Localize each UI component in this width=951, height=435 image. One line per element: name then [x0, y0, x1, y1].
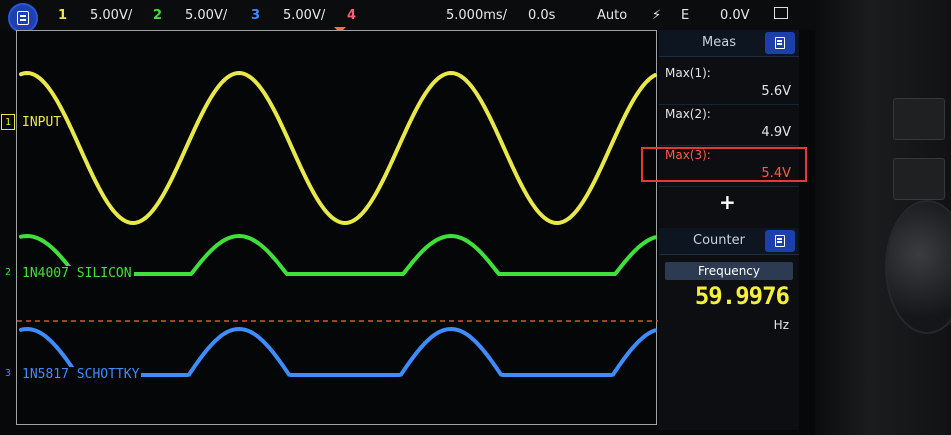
meas-value: 5.6V: [761, 84, 791, 99]
ch3-number[interactable]: 3: [251, 8, 260, 23]
ch3-label: 1N5817 SCHOTTKY: [22, 367, 142, 382]
menu-icon: [17, 11, 29, 25]
meas-item[interactable]: Max(1): 5.6V: [659, 62, 799, 105]
panel-menu-icon: [775, 37, 785, 49]
meas-label: Max(2):: [665, 107, 711, 121]
ch1-label: INPUT: [22, 115, 62, 130]
device-bezel: [815, 0, 951, 435]
side-panel: Meas Max(1): 5.6V Max(2): 4.9V Max(3): 5…: [659, 30, 799, 430]
meas-panel-header: Meas: [659, 30, 799, 57]
meas-label: Max(1):: [665, 66, 711, 80]
meas-title: Meas: [702, 35, 736, 50]
counter-title: Counter: [693, 233, 745, 248]
hardware-key[interactable]: [893, 158, 945, 200]
ch1-ground-marker-icon[interactable]: 1: [1, 114, 15, 130]
ch2-scale[interactable]: 5.00V/: [185, 8, 227, 23]
counter-unit: Hz: [773, 318, 789, 332]
ch2-ground-marker-icon[interactable]: 2: [1, 265, 15, 281]
highlight-box: [641, 147, 807, 182]
meas-value: 4.9V: [761, 125, 791, 140]
delay[interactable]: 0.0s: [528, 8, 555, 23]
trigger-source[interactable]: E: [681, 8, 689, 23]
hardware-key[interactable]: [893, 98, 945, 140]
counter-value: 59.9976: [694, 282, 790, 310]
ch4-number[interactable]: 4: [347, 8, 356, 23]
meas-menu-button[interactable]: [765, 32, 795, 54]
menu-button[interactable]: [8, 3, 38, 33]
ch1-scale[interactable]: 5.00V/: [90, 8, 132, 23]
trigger-edge-icon[interactable]: ⚡: [652, 8, 661, 23]
panel-menu-icon: [775, 235, 785, 247]
meas-item[interactable]: Max(2): 4.9V: [659, 103, 799, 146]
ch2-number[interactable]: 2: [153, 8, 162, 23]
waveform-grid[interactable]: INPUT 1N4007 SILICON 1N5817 SCHOTTKY: [16, 30, 658, 425]
ch3-ground-marker-icon[interactable]: 3: [1, 366, 15, 382]
counter-panel-header: Counter: [659, 228, 799, 255]
display-icon[interactable]: [774, 7, 788, 19]
trigger-mode[interactable]: Auto: [597, 8, 627, 23]
ch3-scale[interactable]: 5.00V/: [283, 8, 325, 23]
trigger-level[interactable]: 0.0V: [720, 8, 750, 23]
status-bar: 1 5.00V/ 2 5.00V/ 3 5.00V/ 4 5.000ms/ 0.…: [0, 0, 815, 33]
counter-menu-button[interactable]: [765, 230, 795, 252]
oscilloscope-screen: 1 5.00V/ 2 5.00V/ 3 5.00V/ 4 5.000ms/ 0.…: [0, 0, 951, 435]
ch1-number[interactable]: 1: [58, 8, 67, 23]
hardware-knob[interactable]: [885, 200, 951, 334]
frequency-button[interactable]: Frequency: [665, 262, 793, 280]
ch2-label: 1N4007 SILICON: [22, 266, 134, 281]
timebase[interactable]: 5.000ms/: [446, 8, 507, 23]
add-measurement-button[interactable]: +: [719, 190, 736, 214]
ch1-waveform: [19, 70, 657, 226]
